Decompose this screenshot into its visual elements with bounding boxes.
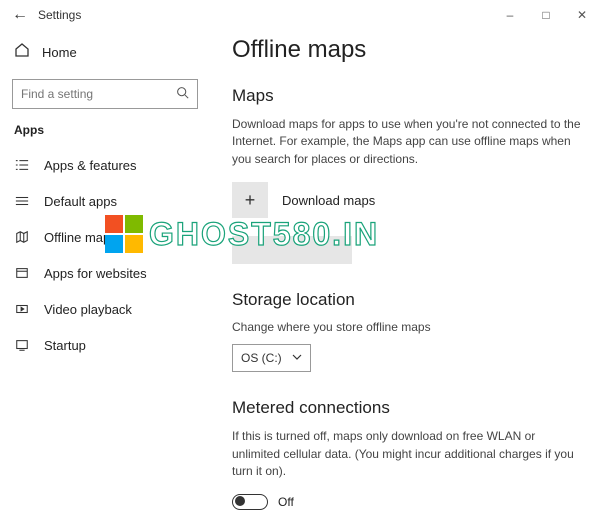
video-playback-icon xyxy=(14,301,30,317)
metered-toggle-state: Off xyxy=(278,495,294,509)
sidebar-item-label: Video playback xyxy=(44,302,132,317)
close-button[interactable]: ✕ xyxy=(564,0,600,30)
metered-heading: Metered connections xyxy=(232,398,582,418)
sidebar-item-label: Apps & features xyxy=(44,158,137,173)
startup-icon xyxy=(14,337,30,353)
title-bar: ← Settings – □ ✕ xyxy=(0,0,600,30)
maps-description: Download maps for apps to use when you'r… xyxy=(232,116,582,168)
maximize-button[interactable]: □ xyxy=(528,0,564,30)
download-maps-button[interactable]: + xyxy=(232,182,268,218)
apps-for-websites-icon xyxy=(14,265,30,281)
search-icon xyxy=(176,86,189,102)
metered-description: If this is turned off, maps only downloa… xyxy=(232,428,582,480)
sidebar-item-apps-for-websites[interactable]: Apps for websites xyxy=(12,255,198,291)
storage-heading: Storage location xyxy=(232,290,582,310)
back-icon[interactable]: ← xyxy=(10,6,30,24)
sidebar-item-default-apps[interactable]: Default apps xyxy=(12,183,198,219)
storage-description: Change where you store offline maps xyxy=(232,320,582,334)
sidebar-item-label: Apps for websites xyxy=(44,266,147,281)
sidebar-item-apps-features[interactable]: Apps & features xyxy=(12,147,198,183)
sidebar-section-header: Apps xyxy=(12,123,198,137)
offline-maps-icon xyxy=(14,229,30,245)
sidebar-item-label: Offline maps xyxy=(44,230,117,245)
chevron-down-icon xyxy=(292,351,302,365)
plus-icon: + xyxy=(245,190,256,211)
sidebar-home-label: Home xyxy=(42,45,77,60)
sidebar-home[interactable]: Home xyxy=(12,36,198,69)
storage-value: OS (C:) xyxy=(241,351,282,365)
sidebar: Home Apps Apps & features Default apps xyxy=(0,30,210,513)
sidebar-item-startup[interactable]: Startup xyxy=(12,327,198,363)
window-controls: – □ ✕ xyxy=(492,0,600,30)
sidebar-item-label: Default apps xyxy=(44,194,117,209)
search-box[interactable] xyxy=(12,79,198,109)
sidebar-item-label: Startup xyxy=(44,338,86,353)
obscured-button[interactable] xyxy=(232,236,352,264)
maps-heading: Maps xyxy=(232,86,582,106)
sidebar-item-offline-maps[interactable]: Offline maps xyxy=(12,219,198,255)
search-input[interactable] xyxy=(21,87,176,101)
minimize-button[interactable]: – xyxy=(492,0,528,30)
home-icon xyxy=(14,42,30,63)
main-content: Offline maps Maps Download maps for apps… xyxy=(210,30,600,513)
download-maps-label: Download maps xyxy=(282,193,375,208)
window-title: Settings xyxy=(38,8,81,22)
storage-dropdown[interactable]: OS (C:) xyxy=(232,344,311,372)
page-title: Offline maps xyxy=(232,36,582,64)
default-apps-icon xyxy=(14,193,30,209)
metered-toggle[interactable] xyxy=(232,494,268,510)
sidebar-item-video-playback[interactable]: Video playback xyxy=(12,291,198,327)
apps-features-icon xyxy=(14,157,30,173)
